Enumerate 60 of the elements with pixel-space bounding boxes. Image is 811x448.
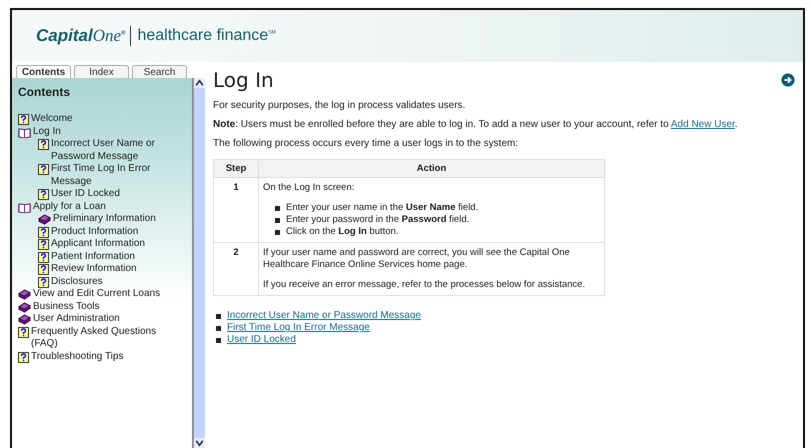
tree-item[interactable]: Log In xyxy=(18,126,188,138)
help-page-icon xyxy=(38,164,49,175)
tree-item[interactable]: Troubleshooting Tips xyxy=(18,350,188,363)
column-header: Step xyxy=(214,160,258,178)
help-page-icon xyxy=(38,239,49,250)
bullet-icon xyxy=(216,338,221,342)
tree-item[interactable]: View and Edit Current Loans xyxy=(18,288,188,300)
tree-item[interactable]: Incorrect User Name or Password Message xyxy=(38,138,188,163)
tree-item[interactable]: Preliminary Information xyxy=(38,213,188,226)
tree-item[interactable]: Apply for a Loan xyxy=(18,200,188,213)
nav-tab[interactable]: Contents xyxy=(16,65,71,78)
logo-product: healthcare finance$^{SM}$ xyxy=(137,27,276,45)
scroll-up-icon[interactable] xyxy=(194,78,205,88)
column-header: Action xyxy=(258,160,604,178)
bullet-icon xyxy=(275,206,280,210)
topic-link[interactable]: User ID Locked xyxy=(227,334,296,346)
bullet-icon xyxy=(216,326,221,330)
intro-text: For security purposes, the log in process validates users. xyxy=(213,100,466,111)
help-page-icon xyxy=(38,264,49,275)
process-text: The following process occurs every time a user logs in to the system: xyxy=(213,138,520,149)
tree-item[interactable]: Patient Information xyxy=(38,250,188,263)
action-text: If you receive an error message, refer to the processes below for assistance. xyxy=(263,279,586,291)
action-step-text: Click on the Log In button. xyxy=(286,226,398,238)
bullet-icon xyxy=(216,314,221,318)
tree-item[interactable]: Welcome xyxy=(18,113,188,126)
logo-brand: CapitalOne$^{®}$ xyxy=(36,26,132,46)
tree-item[interactable]: Applicant Information xyxy=(38,238,188,250)
help-page-icon xyxy=(38,189,49,200)
tree-item[interactable]: User ID Locked xyxy=(38,188,188,200)
action-text: On the Log In screen: xyxy=(263,182,356,194)
step-number: 1 xyxy=(214,178,258,242)
help-page-icon xyxy=(38,226,49,238)
nav-tab[interactable]: Index xyxy=(74,65,129,78)
help-page-icon xyxy=(18,352,29,362)
nav-tab[interactable]: Search xyxy=(132,65,187,78)
help-page-icon xyxy=(18,114,29,125)
scroll-down-icon[interactable] xyxy=(194,438,205,448)
sidebar-title: Contents xyxy=(18,85,71,99)
tree-item[interactable]: Review Information xyxy=(38,263,188,276)
help-page-icon xyxy=(18,326,29,338)
action-step-text: Enter your user name in the User Name field. xyxy=(286,202,478,214)
tree-item[interactable]: First Time Log In Error Message xyxy=(38,163,188,188)
tree-item[interactable]: Product Information xyxy=(38,226,188,238)
action-text: If your user name and password are correct, you will see the Capital One Healthcare Finance Online Services home page. xyxy=(263,247,571,271)
action-step-text: Enter your password in the Password field. xyxy=(286,214,470,226)
help-page-icon xyxy=(38,276,49,288)
tree-item[interactable]: Disclosures xyxy=(38,276,188,288)
add-user-link[interactable]: Add New User xyxy=(670,119,735,130)
help-page-icon xyxy=(38,252,49,262)
topic-link[interactable]: First Time Log In Error Message xyxy=(227,322,370,334)
tree-item[interactable]: User Administration xyxy=(18,313,188,326)
step-number: 2 xyxy=(214,242,258,296)
page-title: Log In xyxy=(213,68,274,92)
bullet-icon xyxy=(275,218,280,222)
topic-link[interactable]: Incorrect User Name or Password Message xyxy=(227,310,421,322)
tree-item[interactable]: Frequently Asked Questions (FAQ) xyxy=(18,326,188,350)
help-page-icon xyxy=(38,139,49,150)
tree-item[interactable]: Business Tools xyxy=(18,300,188,313)
note-text: Note: Users must be enrolled before they are able to log in. To add a new user to your account, refer to Add New User. xyxy=(213,119,739,130)
bullet-icon xyxy=(275,230,280,234)
